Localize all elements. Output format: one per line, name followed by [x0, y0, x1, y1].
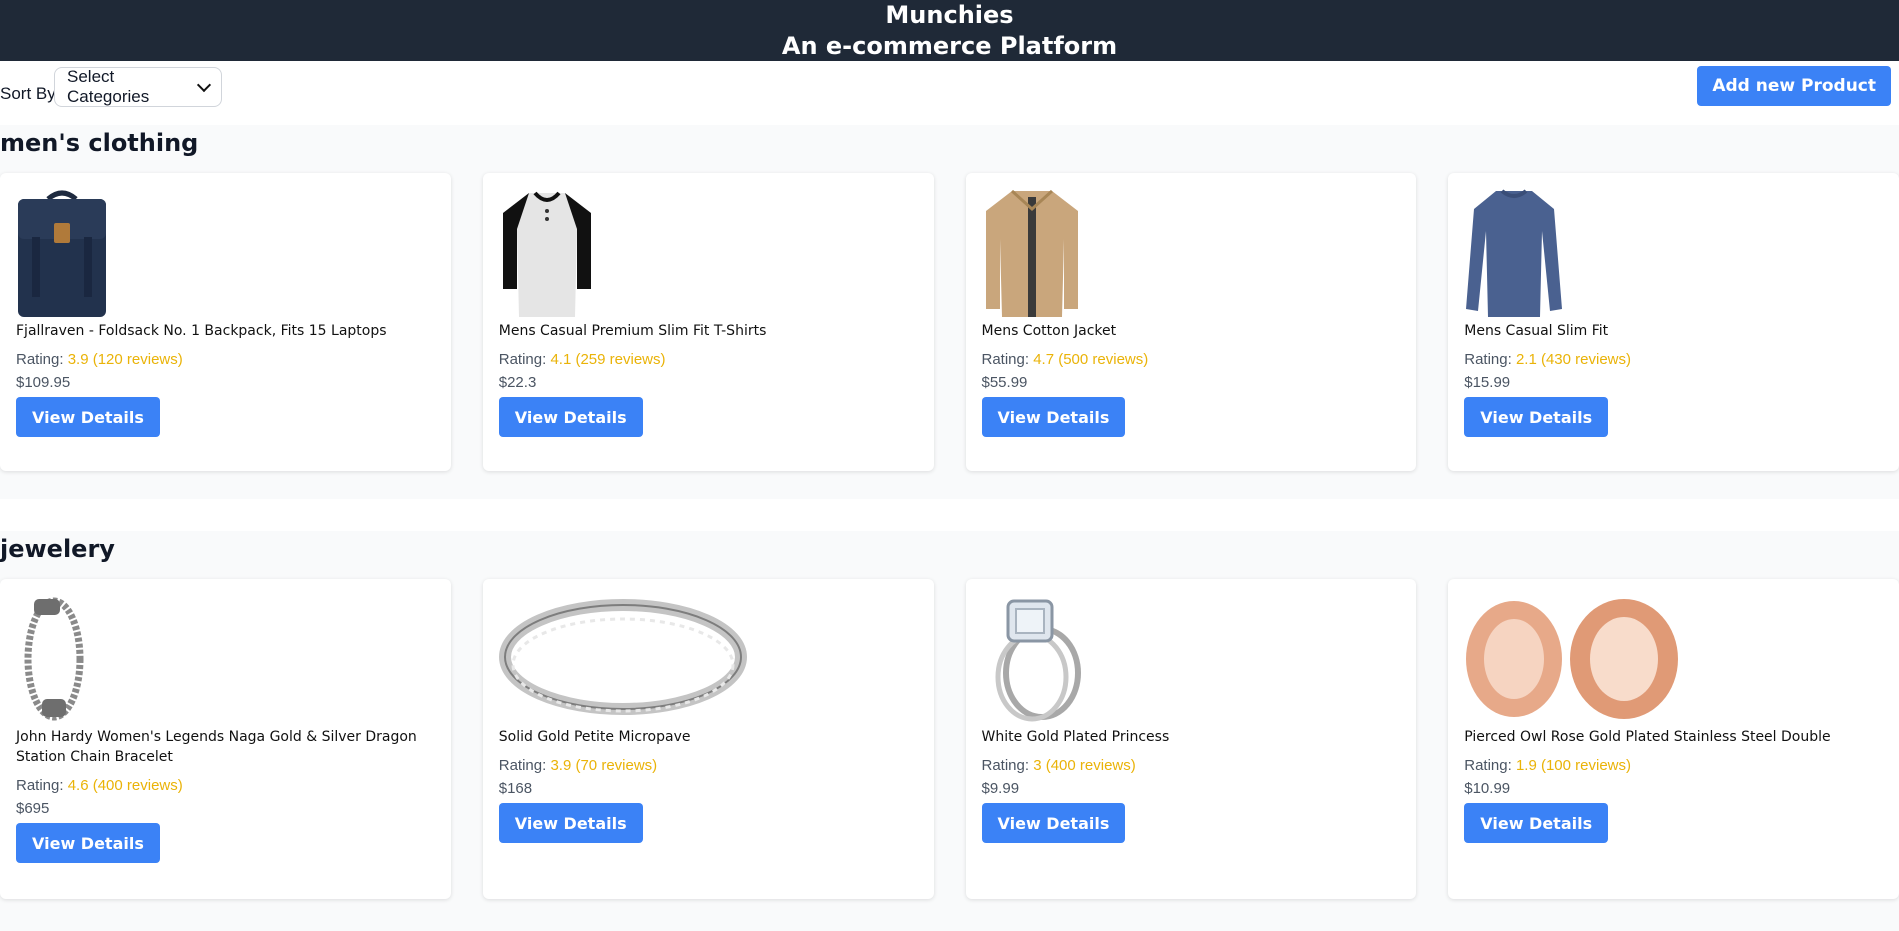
bracelet-image [16, 595, 435, 723]
rating-value: 3.9 (70 reviews) [550, 757, 658, 774]
product-rating: Rating: 4.7 (500 reviews) [982, 351, 1401, 368]
rating-value: 4.1 (259 reviews) [550, 351, 666, 368]
view-details-button[interactable]: View Details [16, 823, 160, 863]
app-subtitle: An e-commerce Platform [781, 32, 1118, 60]
product-price: $9.99 [981, 780, 1020, 797]
rating-value: 3 (400 reviews) [1033, 757, 1136, 774]
product-name: John Hardy Women's Legends Naga Gold & S… [16, 729, 417, 765]
product-card: Mens Casual Slim Fit Rating: 2.1 (430 re… [1448, 173, 1899, 471]
rating-label: Rating: [16, 777, 64, 794]
section-title: jewelery [0, 535, 115, 563]
product-name: Mens Casual Premium Slim Fit T-Shirts [498, 323, 767, 339]
product-name: Solid Gold Petite Micropave [498, 729, 691, 745]
category-section: jewelery John Hardy Women's Legends Naga… [0, 531, 1899, 931]
view-details-button[interactable]: View Details [498, 803, 643, 843]
tshirt-image [499, 189, 918, 317]
view-details-button[interactable]: View Details [1464, 803, 1609, 843]
plugs-image [1464, 595, 1883, 723]
rating-label: Rating: [16, 351, 64, 368]
product-grid: Fjallraven - Foldsack No. 1 Backpack, Fi… [0, 173, 1899, 471]
category-select-value: Select Categories [67, 67, 150, 106]
category-select[interactable]: Select Categories [54, 67, 222, 107]
longsleeve-image [1464, 189, 1883, 317]
product-rating: Rating: 1.9 (100 reviews) [1464, 757, 1883, 774]
sort-label: Sort By: [0, 84, 61, 103]
product-card: Mens Cotton Jacket Rating: 4.7 (500 revi… [965, 173, 1417, 471]
product-name: Pierced Owl Rose Gold Plated Stainless S… [1464, 729, 1831, 745]
product-rating: Rating: 3.9 (120 reviews) [16, 351, 435, 368]
product-price: $15.99 [1464, 374, 1511, 391]
product-card: Fjallraven - Foldsack No. 1 Backpack, Fi… [0, 173, 451, 471]
product-card: Solid Gold Petite Micropave Rating: 3.9 … [482, 579, 934, 899]
product-rating: Rating: 4.1 (259 reviews) [499, 351, 918, 368]
toolbar: Sort By: Select Categories Add new Produ… [0, 61, 1899, 125]
product-card: Mens Casual Premium Slim Fit T-Shirts Ra… [482, 173, 934, 471]
app-header: Munchies An e-commerce Platform [0, 0, 1899, 61]
product-name: Mens Casual Slim Fit [1464, 323, 1609, 339]
product-card: John Hardy Women's Legends Naga Gold & S… [0, 579, 451, 899]
backpack-image [16, 189, 435, 317]
product-rating: Rating: 3 (400 reviews) [982, 757, 1401, 774]
product-grid: John Hardy Women's Legends Naga Gold & S… [0, 579, 1899, 899]
view-details-button[interactable]: View Details [16, 397, 160, 437]
rating-label: Rating: [1464, 757, 1512, 774]
app-title: Munchies [885, 1, 1014, 29]
product-rating: Rating: 3.9 (70 reviews) [499, 757, 918, 774]
product-name: White Gold Plated Princess [981, 729, 1170, 745]
view-details-button[interactable]: View Details [981, 803, 1126, 843]
rating-value: 4.6 (400 reviews) [67, 777, 183, 794]
section-title: men's clothing [0, 129, 199, 157]
view-details-button[interactable]: View Details [981, 397, 1126, 437]
view-details-button[interactable]: View Details [498, 397, 643, 437]
rating-label: Rating: [1464, 351, 1512, 368]
chevron-down-icon [197, 77, 212, 92]
add-product-button[interactable]: Add new Product [1697, 66, 1891, 106]
category-section: men's clothing Fjallraven - Foldsack No.… [0, 125, 1899, 499]
product-rating: Rating: 2.1 (430 reviews) [1464, 351, 1883, 368]
rating-value: 2.1 (430 reviews) [1515, 351, 1632, 368]
rating-value: 3.9 (120 reviews) [67, 351, 183, 368]
view-details-button[interactable]: View Details [1464, 397, 1609, 437]
product-card: White Gold Plated Princess Rating: 3 (40… [965, 579, 1417, 899]
rating-value: 1.9 (100 reviews) [1515, 757, 1632, 774]
rating-value: 4.7 (500 reviews) [1033, 351, 1149, 368]
rating-label: Rating: [981, 351, 1030, 368]
jacket-image [982, 189, 1401, 317]
product-price: $109.95 [16, 374, 71, 391]
product-price: $10.99 [1464, 780, 1511, 797]
product-price: $55.99 [981, 374, 1028, 391]
ring-image [498, 595, 918, 723]
engagement-ring-image [982, 595, 1401, 723]
rating-label: Rating: [498, 757, 547, 774]
product-card: Pierced Owl Rose Gold Plated Stainless S… [1448, 579, 1899, 899]
product-name: Mens Cotton Jacket [981, 323, 1117, 339]
product-name: Fjallraven - Foldsack No. 1 Backpack, Fi… [16, 323, 387, 339]
product-rating: Rating: 4.6 (400 reviews) [16, 777, 435, 794]
product-price: $695 [16, 800, 50, 817]
rating-label: Rating: [981, 757, 1030, 774]
product-price: $22.3 [498, 374, 537, 391]
product-price: $168 [498, 780, 533, 797]
rating-label: Rating: [498, 351, 547, 368]
